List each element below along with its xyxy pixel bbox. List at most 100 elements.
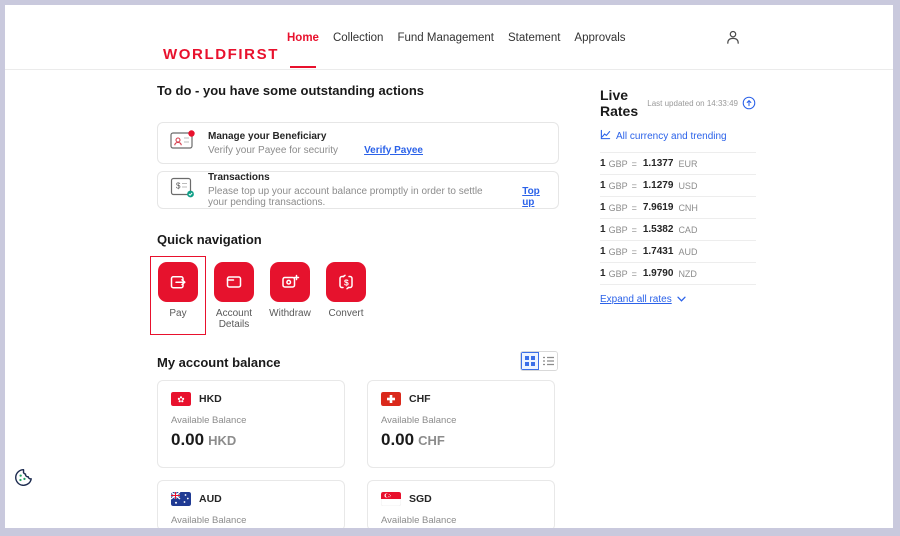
quick-nav-label: Account Details [208, 308, 260, 330]
pay-icon [158, 262, 198, 302]
quick-nav-label: Convert [320, 308, 372, 319]
rate-equals: = [632, 159, 637, 169]
todo-card-subtext: Verify your Payee for security [208, 145, 338, 156]
withdraw-icon [270, 262, 310, 302]
available-balance-label: Available Balance [171, 415, 331, 426]
rate-quote-code: CAD [678, 225, 697, 235]
rate-quote-code: EUR [678, 159, 697, 169]
rate-quote-code: USD [678, 181, 697, 191]
todo-section-title: To do - you have some outstanding action… [157, 83, 559, 98]
available-balance-label: Available Balance [171, 515, 331, 526]
rate-row-eur: 1GBP = 1.1377 EUR [600, 153, 756, 175]
rate-equals: = [632, 247, 637, 257]
rate-equals: = [632, 225, 637, 235]
quick-nav-account-details[interactable]: Account Details [206, 256, 262, 335]
currency-code: HKD [199, 393, 222, 405]
todo-card-beneficiary[interactable]: Manage your Beneficiary Verify your Paye… [157, 122, 559, 164]
balance-amount: 0.00 [381, 430, 414, 449]
rate-equals: = [632, 269, 637, 279]
balance-card-hkd[interactable]: HKD Available Balance 0.00 HKD [157, 380, 345, 468]
australia-flag [171, 492, 191, 506]
expand-all-rates-label: Expand all rates [600, 294, 672, 305]
currency-code: SGD [409, 493, 432, 505]
currency-code: AUD [199, 493, 222, 505]
balance-header: My account balance [157, 351, 559, 371]
available-balance-label: Available Balance [381, 515, 541, 526]
live-rates-title: Live Rates [600, 87, 639, 119]
rate-row-cnh: 1GBP=7.9619CNH [600, 197, 756, 219]
top-navigation-bar: WORLDFIRST Home Collection Fund Manageme… [5, 5, 893, 70]
rate-base-amount: 1 [600, 246, 606, 257]
rate-value: 1.5382 [643, 224, 674, 235]
balance-card-aud[interactable]: AUD Available Balance 1.85AUD [157, 480, 345, 528]
singapore-flag [381, 492, 401, 506]
rate-base-code: GBP [609, 269, 628, 279]
rate-base-code: GBP [609, 181, 628, 191]
transactions-icon: $ [170, 176, 198, 204]
worldfirst-logo: WORLDFIRST [163, 46, 279, 63]
expand-all-rates-link[interactable]: Expand all rates [600, 294, 756, 305]
quick-nav-label: Withdraw [264, 308, 316, 319]
all-currency-link[interactable]: All currency and trending [600, 129, 756, 143]
verify-payee-link[interactable]: Verify Payee [364, 145, 423, 156]
grid-view-icon[interactable] [521, 352, 539, 370]
rate-equals: = [632, 203, 637, 213]
convert-icon: $ [326, 262, 366, 302]
quick-nav-pay[interactable]: Pay [150, 256, 206, 335]
rate-base-code: GBP [609, 225, 628, 235]
rate-value: 1.9790 [643, 268, 674, 279]
nav-item-approvals[interactable]: Approvals [574, 5, 625, 70]
rate-base-amount: 1 [600, 158, 606, 169]
balance-card-sgd[interactable]: SGD Available Balance 0.98SGD [367, 480, 555, 528]
nav-item-collection[interactable]: Collection [333, 5, 384, 70]
svg-text:$: $ [176, 182, 181, 191]
todo-card-subtext: Please top up your account balance promp… [208, 186, 496, 208]
rate-quote-code: CNH [678, 203, 698, 213]
todo-card-transactions[interactable]: $ Transactions Please top up your accoun… [157, 171, 559, 209]
balance-currency: HKD [208, 433, 236, 448]
rate-base-code: GBP [609, 159, 628, 169]
rate-row-usd: 1GBP=1.1279USD [600, 175, 756, 197]
refresh-icon[interactable] [742, 96, 756, 110]
rate-list: 1GBP=1.1377EUR 1GBP=1.1279USD 1GBP=7.961… [600, 152, 756, 285]
nav-item-statement[interactable]: Statement [508, 5, 560, 70]
person-icon[interactable] [725, 29, 741, 51]
rate-quote-code: NZD [678, 269, 697, 279]
hong-kong-flag [171, 392, 191, 406]
currency-code: CHF [409, 393, 431, 405]
trend-chart-icon [600, 129, 611, 143]
todo-card-text: Manage your Beneficiary Verify your Paye… [208, 131, 423, 156]
rate-value: 7.9619 [643, 202, 674, 213]
top-up-link[interactable]: Top up [522, 186, 546, 208]
nav-item-fund-management[interactable]: Fund Management [397, 5, 494, 70]
nav-item-home[interactable]: Home [287, 5, 319, 70]
rate-base-amount: 1 [600, 180, 606, 191]
balance-amount: 0.00 [171, 430, 204, 449]
todo-card-title: Manage your Beneficiary [208, 131, 423, 142]
todo-card-title: Transactions [208, 172, 546, 183]
list-view-icon[interactable] [539, 352, 557, 370]
balance-card-chf[interactable]: CHF Available Balance 0.00CHF [367, 380, 555, 468]
last-updated-text: Last updated on 14:33:49 [647, 99, 738, 108]
rate-base-amount: 1 [600, 268, 606, 279]
all-currency-link-label: All currency and trending [616, 131, 727, 142]
quick-nav-withdraw[interactable]: Withdraw [262, 256, 318, 335]
main-nav: Home Collection Fund Management Statemen… [287, 5, 626, 70]
chevron-down-icon [677, 294, 686, 305]
app-window: WORLDFIRST Home Collection Fund Manageme… [5, 5, 893, 528]
svg-text:$: $ [344, 277, 349, 287]
live-rates-panel: Live Rates Last updated on 14:33:49 All … [600, 87, 756, 305]
rate-equals: = [632, 181, 637, 191]
cookie-icon[interactable] [14, 468, 33, 492]
rate-value: 1.1377 [643, 158, 674, 169]
rate-base-amount: 1 [600, 224, 606, 235]
rate-row-cad: 1GBP = 1.5382 CAD [600, 219, 756, 241]
rate-base-code: GBP [609, 203, 628, 213]
todo-card-text: Transactions Please top up your account … [208, 172, 546, 208]
switzerland-flag [381, 392, 401, 406]
balance-grid: HKD Available Balance 0.00 HKD CHF Availa… [157, 380, 559, 528]
quick-nav-title: Quick navigation [157, 232, 559, 247]
quick-nav-convert[interactable]: $ Convert [318, 256, 374, 335]
account-details-icon [214, 262, 254, 302]
balance-title: My account balance [157, 355, 281, 370]
